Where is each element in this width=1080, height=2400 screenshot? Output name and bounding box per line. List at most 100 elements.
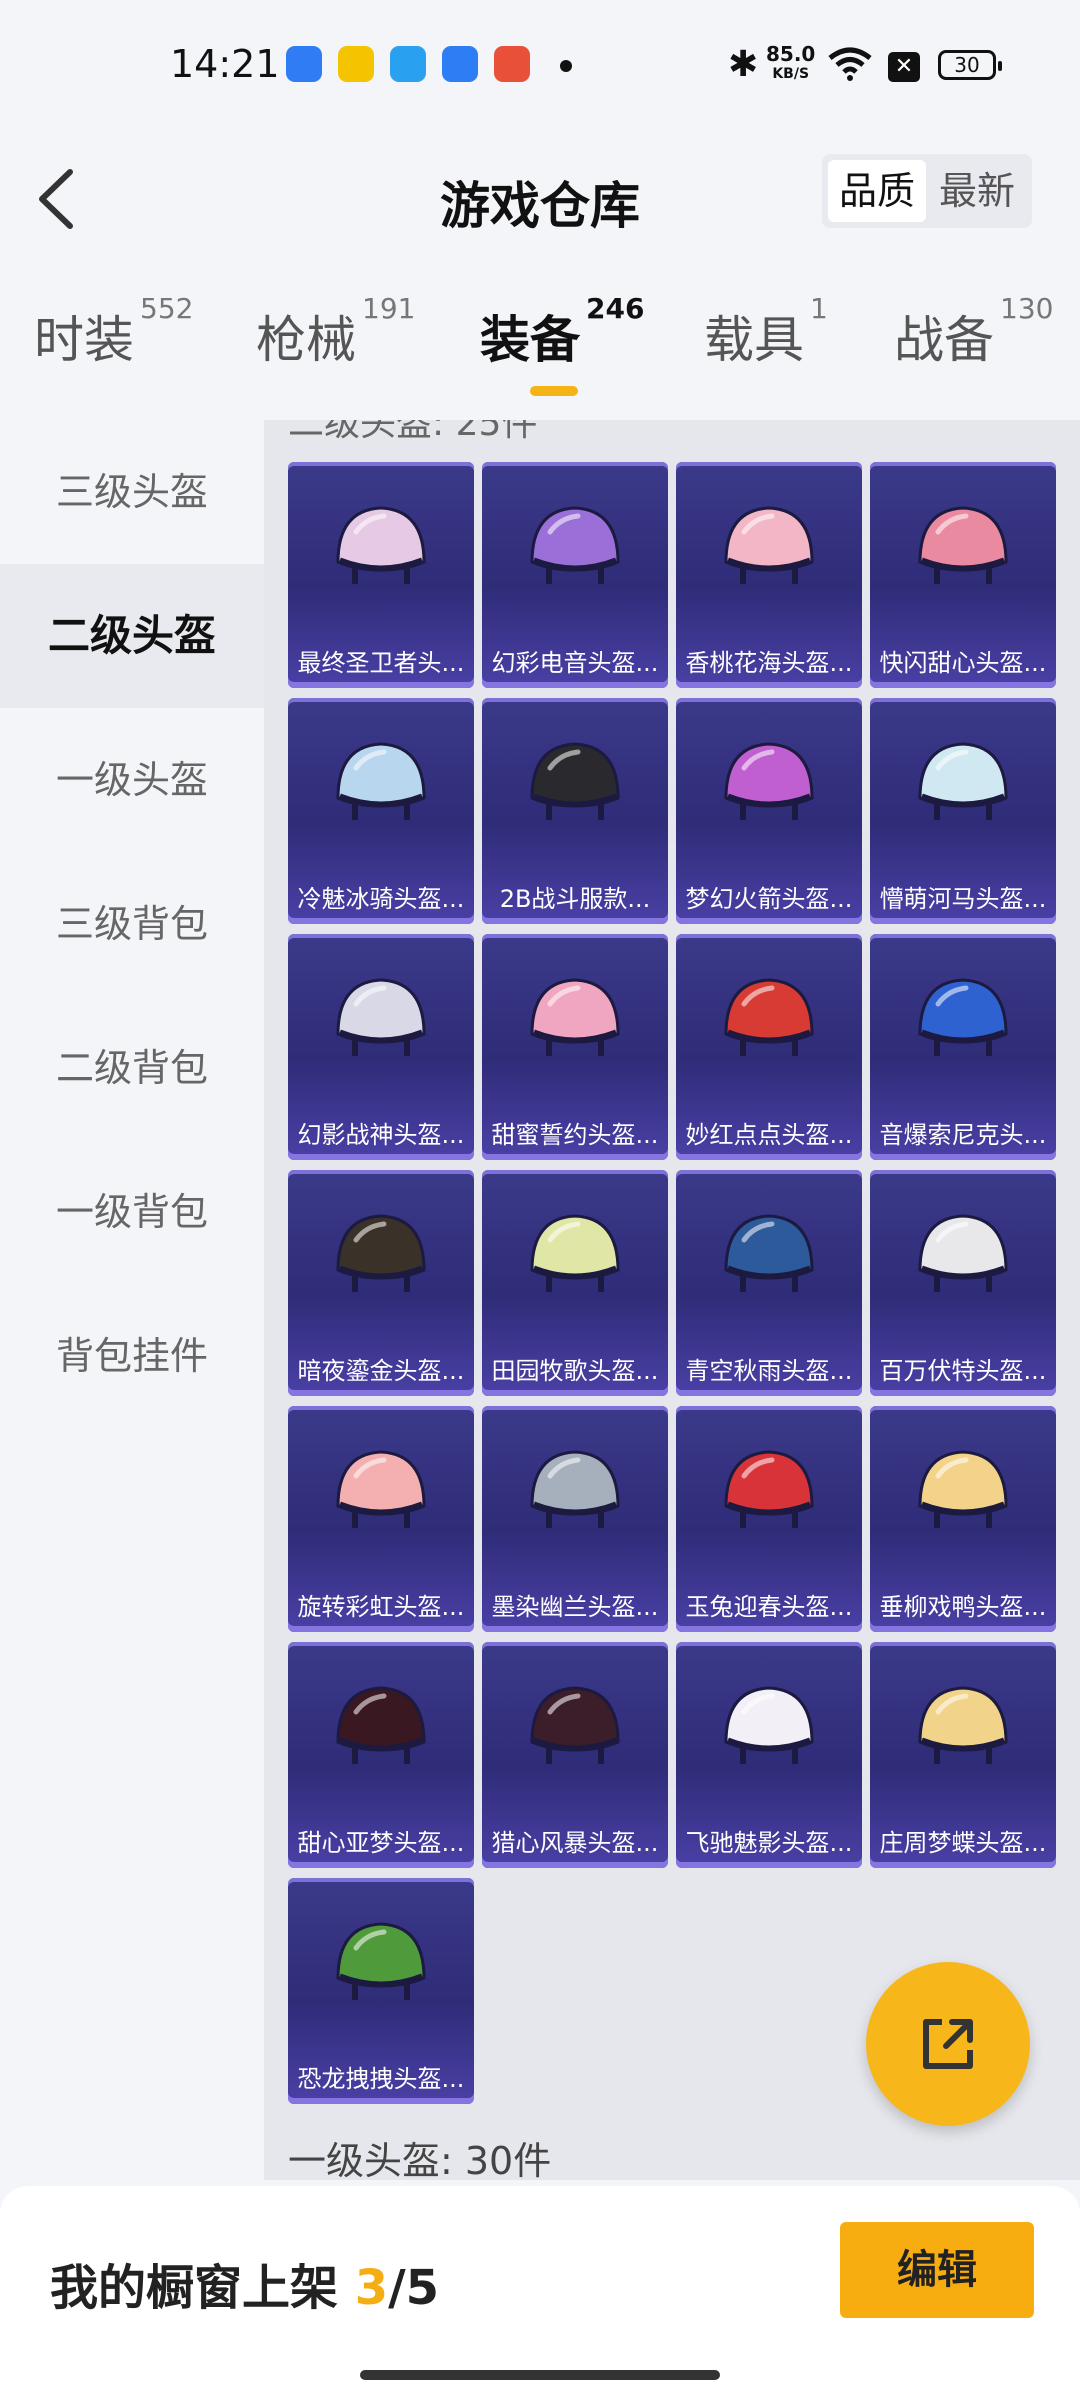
- helmet-icon: [918, 742, 1008, 820]
- item-card[interactable]: 猎心风暴头盔...: [482, 1642, 668, 1868]
- item-card[interactable]: 垂柳戏鸭头盔...: [870, 1406, 1056, 1632]
- sort-newest-button[interactable]: 最新: [928, 160, 1026, 222]
- tab-guns[interactable]: 枪械191: [256, 292, 415, 372]
- item-name: 田园牧歌头盔...: [491, 1357, 659, 1385]
- active-tab-indicator: [530, 386, 578, 396]
- item-card[interactable]: 恐龙拽拽头盔...: [288, 1878, 474, 2104]
- helmet-icon: [530, 1214, 620, 1292]
- notification-icon-3: [390, 46, 426, 82]
- tab-supplies-count: 130: [1000, 292, 1054, 325]
- item-name: 青空秋雨头盔...: [685, 1357, 853, 1385]
- item-card[interactable]: 庄周梦蝶头盔...: [870, 1642, 1056, 1868]
- helmet-icon: [724, 978, 814, 1056]
- item-name: 梦幻火箭头盔...: [685, 885, 853, 913]
- showcase-bar: 我的橱窗上架 3/5 编辑: [0, 2186, 1080, 2400]
- item-card[interactable]: 音爆索尼克头...: [870, 934, 1056, 1160]
- item-card[interactable]: 甜心亚梦头盔...: [288, 1642, 474, 1868]
- helmet-icon: [724, 1450, 814, 1528]
- item-name: 墨染幽兰头盔...: [491, 1593, 659, 1621]
- more-notifications-dot: [560, 60, 572, 72]
- item-card[interactable]: 百万伏特头盔...: [870, 1170, 1056, 1396]
- sidebar-item-level2-helmet[interactable]: 二级头盔: [0, 564, 264, 708]
- helmet-icon: [336, 1686, 426, 1764]
- item-name: 甜蜜誓约头盔...: [491, 1121, 659, 1149]
- item-list[interactable]: 二级头盔: 25件 最终圣卫者头... 幻彩电音头盔... 香桃花海头盔... 快闪甜…: [264, 420, 1080, 2180]
- network-speed-value: 85.0: [766, 42, 816, 66]
- tab-vehicles[interactable]: 载具1: [704, 292, 828, 372]
- notification-icon-2: [338, 46, 374, 82]
- item-name: 妙红点点头盔...: [685, 1121, 853, 1149]
- helmet-icon: [918, 978, 1008, 1056]
- sidebar-item-level3-helmet[interactable]: 三级头盔: [0, 420, 264, 564]
- item-card[interactable]: 幻影战神头盔...: [288, 934, 474, 1160]
- helmet-icon: [918, 1214, 1008, 1292]
- item-card[interactable]: 香桃花海头盔...: [676, 462, 862, 688]
- helmet-icon: [336, 742, 426, 820]
- helmet-icon: [530, 742, 620, 820]
- item-name: 冷魅冰骑头盔...: [297, 885, 465, 913]
- sidebar-item-level1-backpack[interactable]: 一级背包: [0, 1140, 264, 1284]
- item-card[interactable]: 田园牧歌头盔...: [482, 1170, 668, 1396]
- item-name: 百万伏特头盔...: [879, 1357, 1047, 1385]
- notification-icon-1: [286, 46, 322, 82]
- item-card[interactable]: 玉兔迎春头盔...: [676, 1406, 862, 1632]
- helmet-icon: [918, 506, 1008, 584]
- item-card[interactable]: 梦幻火箭头盔...: [676, 698, 862, 924]
- section-label-level2: 二级头盔: 25件: [288, 420, 538, 444]
- tab-guns-label: 枪械: [256, 311, 356, 369]
- share-button[interactable]: [866, 1962, 1030, 2126]
- helmet-icon: [530, 1686, 620, 1764]
- tab-supplies[interactable]: 战备130: [894, 292, 1053, 372]
- helmet-icon: [918, 1686, 1008, 1764]
- category-tabs: 时装552 枪械191 装备246 载具1 战备130: [0, 292, 1080, 420]
- helmet-icon: [530, 506, 620, 584]
- helmet-icon: [724, 742, 814, 820]
- tab-equipment[interactable]: 装备246: [480, 292, 644, 372]
- sidebar-item-level1-helmet[interactable]: 一级头盔: [0, 708, 264, 852]
- item-name: 垂柳戏鸭头盔...: [879, 1593, 1047, 1621]
- item-name: 庄周梦蝶头盔...: [879, 1829, 1047, 1857]
- item-name: 2B战斗服款...: [499, 885, 651, 913]
- item-card[interactable]: 暗夜鎏金头盔...: [288, 1170, 474, 1396]
- item-name: 音爆索尼克头...: [879, 1121, 1047, 1149]
- section-label-level1: 一级头盔: 30件: [288, 2139, 552, 2180]
- tab-vehicles-label: 载具: [704, 311, 804, 369]
- tab-guns-count: 191: [362, 292, 416, 325]
- item-name: 懵萌河马头盔...: [879, 885, 1047, 913]
- item-card[interactable]: 墨染幽兰头盔...: [482, 1406, 668, 1632]
- sidebar-item-backpack-pendant[interactable]: 背包挂件: [0, 1284, 264, 1428]
- helmet-icon: [530, 1450, 620, 1528]
- item-card[interactable]: 2B战斗服款...: [482, 698, 668, 924]
- item-card[interactable]: 最终圣卫者头...: [288, 462, 474, 688]
- helmet-icon: [724, 506, 814, 584]
- helmet-icon: [336, 978, 426, 1056]
- showcase-current-count: 3: [354, 2260, 389, 2316]
- item-card[interactable]: 懵萌河马头盔...: [870, 698, 1056, 924]
- item-name: 幻彩电音头盔...: [491, 649, 659, 677]
- item-card[interactable]: 冷魅冰骑头盔...: [288, 698, 474, 924]
- item-card[interactable]: 甜蜜誓约头盔...: [482, 934, 668, 1160]
- helmet-icon: [336, 1450, 426, 1528]
- tab-fashion-label: 时装: [34, 311, 134, 369]
- notification-icon-4: [442, 46, 478, 82]
- tab-equipment-count: 246: [586, 292, 645, 325]
- item-card[interactable]: 幻彩电音头盔...: [482, 462, 668, 688]
- item-name: 幻影战神头盔...: [297, 1121, 465, 1149]
- tab-fashion[interactable]: 时装552: [34, 292, 193, 372]
- item-card[interactable]: 快闪甜心头盔...: [870, 462, 1056, 688]
- tab-vehicles-count: 1: [810, 292, 828, 325]
- item-name: 暗夜鎏金头盔...: [297, 1357, 465, 1385]
- sidebar-item-level2-backpack[interactable]: 二级背包: [0, 996, 264, 1140]
- tab-supplies-label: 战备: [894, 311, 994, 369]
- item-card[interactable]: 飞驰魅影头盔...: [676, 1642, 862, 1868]
- home-indicator[interactable]: [360, 2370, 720, 2380]
- edit-button[interactable]: 编辑: [840, 2222, 1034, 2318]
- share-icon: [923, 2019, 973, 2069]
- sort-quality-button[interactable]: 品质: [828, 160, 926, 222]
- item-card[interactable]: 旋转彩虹头盔...: [288, 1406, 474, 1632]
- item-card[interactable]: 妙红点点头盔...: [676, 934, 862, 1160]
- item-card[interactable]: 青空秋雨头盔...: [676, 1170, 862, 1396]
- helmet-icon: [336, 1214, 426, 1292]
- item-name: 最终圣卫者头...: [297, 649, 465, 677]
- sidebar-item-level3-backpack[interactable]: 三级背包: [0, 852, 264, 996]
